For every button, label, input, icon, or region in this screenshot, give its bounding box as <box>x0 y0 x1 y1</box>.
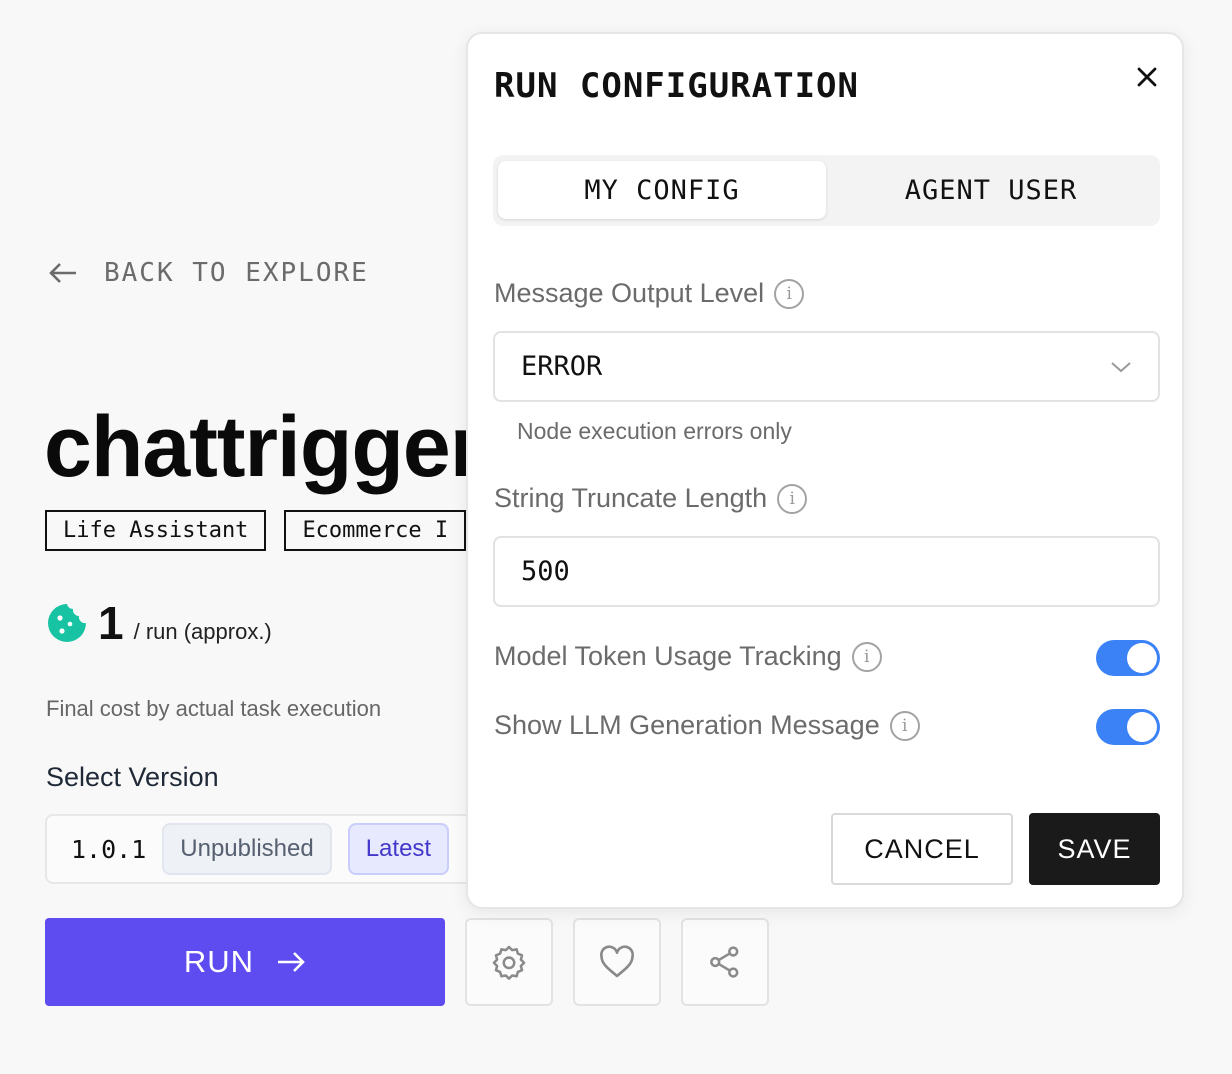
tag[interactable]: Ecommerce I <box>284 510 467 551</box>
output-level-value: ERROR <box>521 351 603 382</box>
truncate-length-input[interactable]: 500 <box>493 536 1160 607</box>
chevron-down-icon <box>1111 361 1131 372</box>
cost-note: Final cost by actual task execution <box>46 696 382 721</box>
cost-amount: 1 <box>98 597 124 649</box>
tag[interactable]: Life Assistant <box>45 510 267 551</box>
dialog-title: RUN CONFIGURATION <box>494 66 859 106</box>
info-icon[interactable]: i <box>851 641 882 672</box>
unpublished-badge: Unpublished <box>162 823 332 875</box>
arrow-right-icon <box>278 952 305 972</box>
cost-unit: / run (approx.) <box>133 619 272 644</box>
settings-button[interactable] <box>465 918 553 1006</box>
version-number: 1.0.1 <box>71 834 147 864</box>
info-icon[interactable]: i <box>777 483 808 514</box>
cookie-icon <box>48 604 86 642</box>
run-button-label: RUN <box>183 944 255 979</box>
share-button[interactable] <box>681 918 769 1006</box>
info-icon[interactable]: i <box>774 278 805 309</box>
version-label: Select Version <box>46 762 219 792</box>
agent-title: chattrigger <box>44 399 483 495</box>
arrow-left-icon <box>49 263 76 283</box>
token-tracking-label-row: Model Token Usage Tracking i <box>494 641 882 672</box>
llm-message-label-row: Show LLM Generation Message i <box>494 710 920 741</box>
latest-badge: Latest <box>347 823 450 875</box>
favorite-button[interactable] <box>573 918 661 1006</box>
output-level-label: Message Output Level <box>494 278 765 308</box>
tag-list: Life Assistant Ecommerce I <box>45 510 467 551</box>
back-link-label: BACK TO EXPLORE <box>104 258 369 288</box>
toggle-knob <box>1127 712 1157 742</box>
config-tabs: MY CONFIG AGENT USER <box>493 155 1160 226</box>
token-tracking-label: Model Token Usage Tracking <box>494 641 842 671</box>
truncate-label: String Truncate Length <box>494 483 768 513</box>
back-to-explore-link[interactable]: BACK TO EXPLORE <box>48 258 369 288</box>
truncate-length-value: 500 <box>521 556 570 587</box>
heart-icon <box>600 945 634 978</box>
cancel-button[interactable]: CANCEL <box>831 813 1013 885</box>
llm-message-label: Show LLM Generation Message <box>494 710 880 740</box>
share-icon <box>710 946 739 978</box>
llm-message-toggle[interactable] <box>1096 709 1160 745</box>
settings-icon <box>492 945 526 980</box>
info-icon[interactable]: i <box>889 710 920 741</box>
tab-my-config[interactable]: MY CONFIG <box>498 161 826 219</box>
run-configuration-dialog: RUN CONFIGURATION MY CONFIG AGENT USER M… <box>466 32 1184 909</box>
output-level-label-row: Message Output Level i <box>494 278 805 309</box>
save-button[interactable]: SAVE <box>1029 813 1160 885</box>
token-tracking-toggle[interactable] <box>1096 640 1160 676</box>
tab-agent-user[interactable]: AGENT USER <box>826 161 1156 219</box>
truncate-label-row: String Truncate Length i <box>494 483 808 514</box>
cost-row: 1 / run (approx.) <box>46 596 272 650</box>
close-icon[interactable] <box>1132 62 1162 92</box>
output-level-helper: Node execution errors only <box>517 418 792 444</box>
run-button[interactable]: RUN <box>45 918 445 1006</box>
output-level-select[interactable]: ERROR <box>493 331 1160 402</box>
toggle-knob <box>1127 643 1157 673</box>
